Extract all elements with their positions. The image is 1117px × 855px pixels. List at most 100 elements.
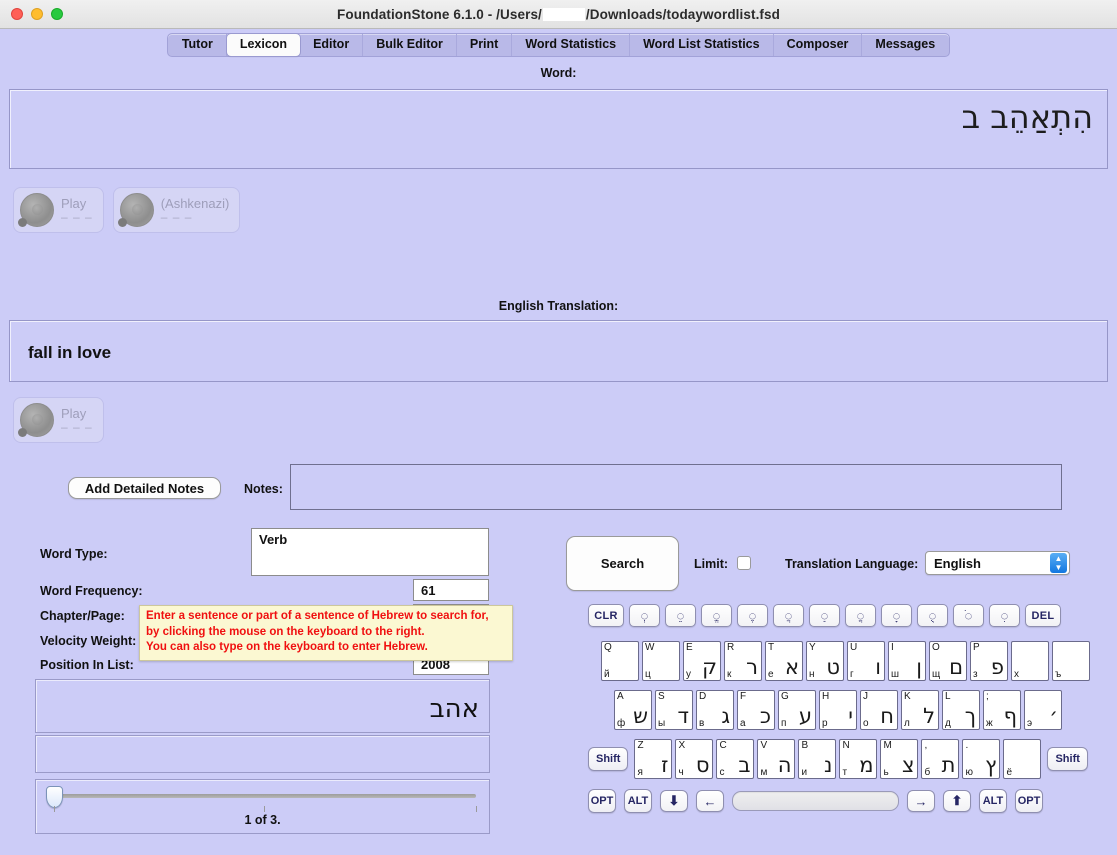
tab-print[interactable]: Print xyxy=(457,33,513,56)
key-hebrew-label: ר xyxy=(746,655,758,679)
key-ף[interactable]: ; ж ף xyxy=(983,690,1021,730)
tab-bulk-editor[interactable]: Bulk Editor xyxy=(363,33,457,56)
english-translation-label: English Translation: xyxy=(498,299,619,313)
hataf-segol-key[interactable]: ◌ֱ xyxy=(701,604,732,627)
holam-key[interactable]: ◌ֹ xyxy=(953,604,984,627)
limit-checkbox[interactable] xyxy=(737,556,751,570)
key-cyrillic-label: и xyxy=(801,767,808,778)
key-ד[interactable]: Sыד xyxy=(655,690,693,730)
search-button[interactable]: Search xyxy=(566,536,679,591)
key-ט[interactable]: Yнט xyxy=(806,641,844,681)
qamats-key[interactable]: ◌ָ xyxy=(881,604,912,627)
tooltip-line1-a: Enter a sentence or part of a sentence xyxy=(146,610,358,622)
sheva-key[interactable]: ◌ְ xyxy=(629,604,660,627)
shift-right-key[interactable]: Shift xyxy=(1047,747,1088,771)
tab-composer[interactable]: Composer xyxy=(774,33,863,56)
keyboard-row-3: ZяזXчסCсבVмהBиנNтמMьצ,бת.юץё xyxy=(634,739,1042,779)
key-ז[interactable]: Zя ז xyxy=(634,739,673,779)
english-translation-field[interactable]: fall in love xyxy=(9,320,1108,382)
key-ה[interactable]: Vмה xyxy=(757,739,796,779)
spacebar-key[interactable] xyxy=(732,791,899,811)
key-נ[interactable]: Bи נ xyxy=(798,739,837,779)
key-cyrillic-label: ъ xyxy=(1055,669,1062,680)
key-cyrillic-label: в xyxy=(699,718,705,729)
key-latin-label: X xyxy=(678,740,686,751)
key-latin-label: I xyxy=(891,642,894,653)
tab-word-list-statistics[interactable]: Word List Statistics xyxy=(630,33,774,56)
hataf-patah-key[interactable]: ◌ֲ xyxy=(773,604,804,627)
word-frequency-input[interactable]: 61 xyxy=(413,579,489,601)
hataf-qamats-key[interactable]: ◌ֳ xyxy=(845,604,876,627)
key-ё[interactable]: ё xyxy=(1003,739,1042,779)
key-hebrew-label: ך xyxy=(964,704,976,728)
word-type-input[interactable]: Verb xyxy=(251,528,489,576)
play-ashkenazi-button[interactable]: (Ashkenazi) – – – xyxy=(113,188,240,232)
key-cyrillic-label: а xyxy=(740,718,746,729)
key-q[interactable]: Qй xyxy=(601,641,639,681)
search-results-list[interactable] xyxy=(35,735,490,773)
results-slider-knob[interactable] xyxy=(46,786,63,808)
tab-editor[interactable]: Editor xyxy=(300,33,364,56)
hebrew-keyboard: CLR ◌ְ ◌ֵ ◌ֱ ◌ֶ ◌ֲ ◌ַ ◌ֳ ◌ָ ◌ֻ ◌ֹ ◌ִ DEL QйWцEуקRкרT… xyxy=(588,604,1090,813)
opt-left-key[interactable]: OPT xyxy=(588,789,616,813)
key-х[interactable]: х xyxy=(1011,641,1049,681)
page-up-key[interactable]: ⬆ xyxy=(943,790,971,812)
nikud-glyph: ◌ִ xyxy=(1000,608,1009,623)
arrow-left-key[interactable]: ← xyxy=(696,790,724,812)
key-ת[interactable]: , бת xyxy=(921,739,960,779)
key-ח[interactable]: Jоח xyxy=(860,690,898,730)
key-א[interactable]: Tеא xyxy=(765,641,803,681)
page-down-key[interactable]: ⬇ xyxy=(660,790,688,812)
key-ъ[interactable]: ъ xyxy=(1052,641,1090,681)
play-word-button[interactable]: Play – – – xyxy=(14,188,103,232)
key-י[interactable]: Hр י xyxy=(819,690,857,730)
key-ו[interactable]: Uг ו xyxy=(847,641,885,681)
key-ל[interactable]: Kл ל xyxy=(901,690,939,730)
results-slider-track[interactable] xyxy=(50,794,476,798)
key-ר[interactable]: Rк ר xyxy=(724,641,762,681)
patah-key[interactable]: ◌ַ xyxy=(809,604,840,627)
notes-input[interactable] xyxy=(290,464,1062,510)
key-ש[interactable]: Aфש xyxy=(614,690,652,730)
clear-key[interactable]: CLR xyxy=(588,604,624,627)
key-ם[interactable]: Oщם xyxy=(929,641,967,681)
tab-lexicon[interactable]: Lexicon xyxy=(226,33,301,56)
key-latin-label: C xyxy=(719,740,727,751)
key-פ[interactable]: Pз פ xyxy=(970,641,1008,681)
slider-tick xyxy=(476,806,477,812)
alt-left-key[interactable]: ALT xyxy=(624,789,652,813)
key-hebrew-label: י xyxy=(848,704,853,728)
key-ן[interactable]: Iш ן xyxy=(888,641,926,681)
opt-right-key[interactable]: OPT xyxy=(1015,789,1043,813)
key-ג[interactable]: Dв ג xyxy=(696,690,734,730)
play-ashkenazi-label: (Ashkenazi) xyxy=(160,196,230,212)
arrow-right-key[interactable]: → xyxy=(907,790,935,812)
key-צ[interactable]: Mь צ xyxy=(880,739,919,779)
key-ס[interactable]: Xчס xyxy=(675,739,714,779)
key-כ[interactable]: Fа כ xyxy=(737,690,775,730)
add-detailed-notes-button[interactable]: Add Detailed Notes xyxy=(68,477,221,499)
tab-messages[interactable]: Messages xyxy=(862,34,948,56)
key-מ[interactable]: Nтמ xyxy=(839,739,878,779)
alt-right-key[interactable]: ALT xyxy=(979,789,1007,813)
key-ך[interactable]: Lд ך xyxy=(942,690,980,730)
tsere-key[interactable]: ◌ֵ xyxy=(665,604,696,627)
tab-word-statistics[interactable]: Word Statistics xyxy=(512,33,631,56)
segol-key[interactable]: ◌ֶ xyxy=(737,604,768,627)
record-indicator-icon xyxy=(18,218,27,227)
hiriq-key[interactable]: ◌ִ xyxy=(989,604,1020,627)
key-w[interactable]: Wц xyxy=(642,641,680,681)
key-ק[interactable]: Eуק xyxy=(683,641,721,681)
key-ב[interactable]: Cс ב xyxy=(716,739,755,779)
delete-key[interactable]: DEL xyxy=(1025,604,1061,627)
play-translation-button[interactable]: Play – – – xyxy=(14,398,103,442)
translation-language-select[interactable]: English ▲ ▼ xyxy=(925,551,1070,575)
key-ע[interactable]: Gпע xyxy=(778,690,816,730)
shift-left-key[interactable]: Shift xyxy=(588,747,629,771)
hebrew-word-field[interactable]: הִתְאַהֵב ב xyxy=(9,89,1108,169)
tab-tutor[interactable]: Tutor xyxy=(169,33,227,56)
key-ץ[interactable]: . ю ץ xyxy=(962,739,1001,779)
qubuts-key[interactable]: ◌ֻ xyxy=(917,604,948,627)
key-׳[interactable]: э ׳ xyxy=(1024,690,1062,730)
search-query-field[interactable]: אהב xyxy=(35,679,490,733)
